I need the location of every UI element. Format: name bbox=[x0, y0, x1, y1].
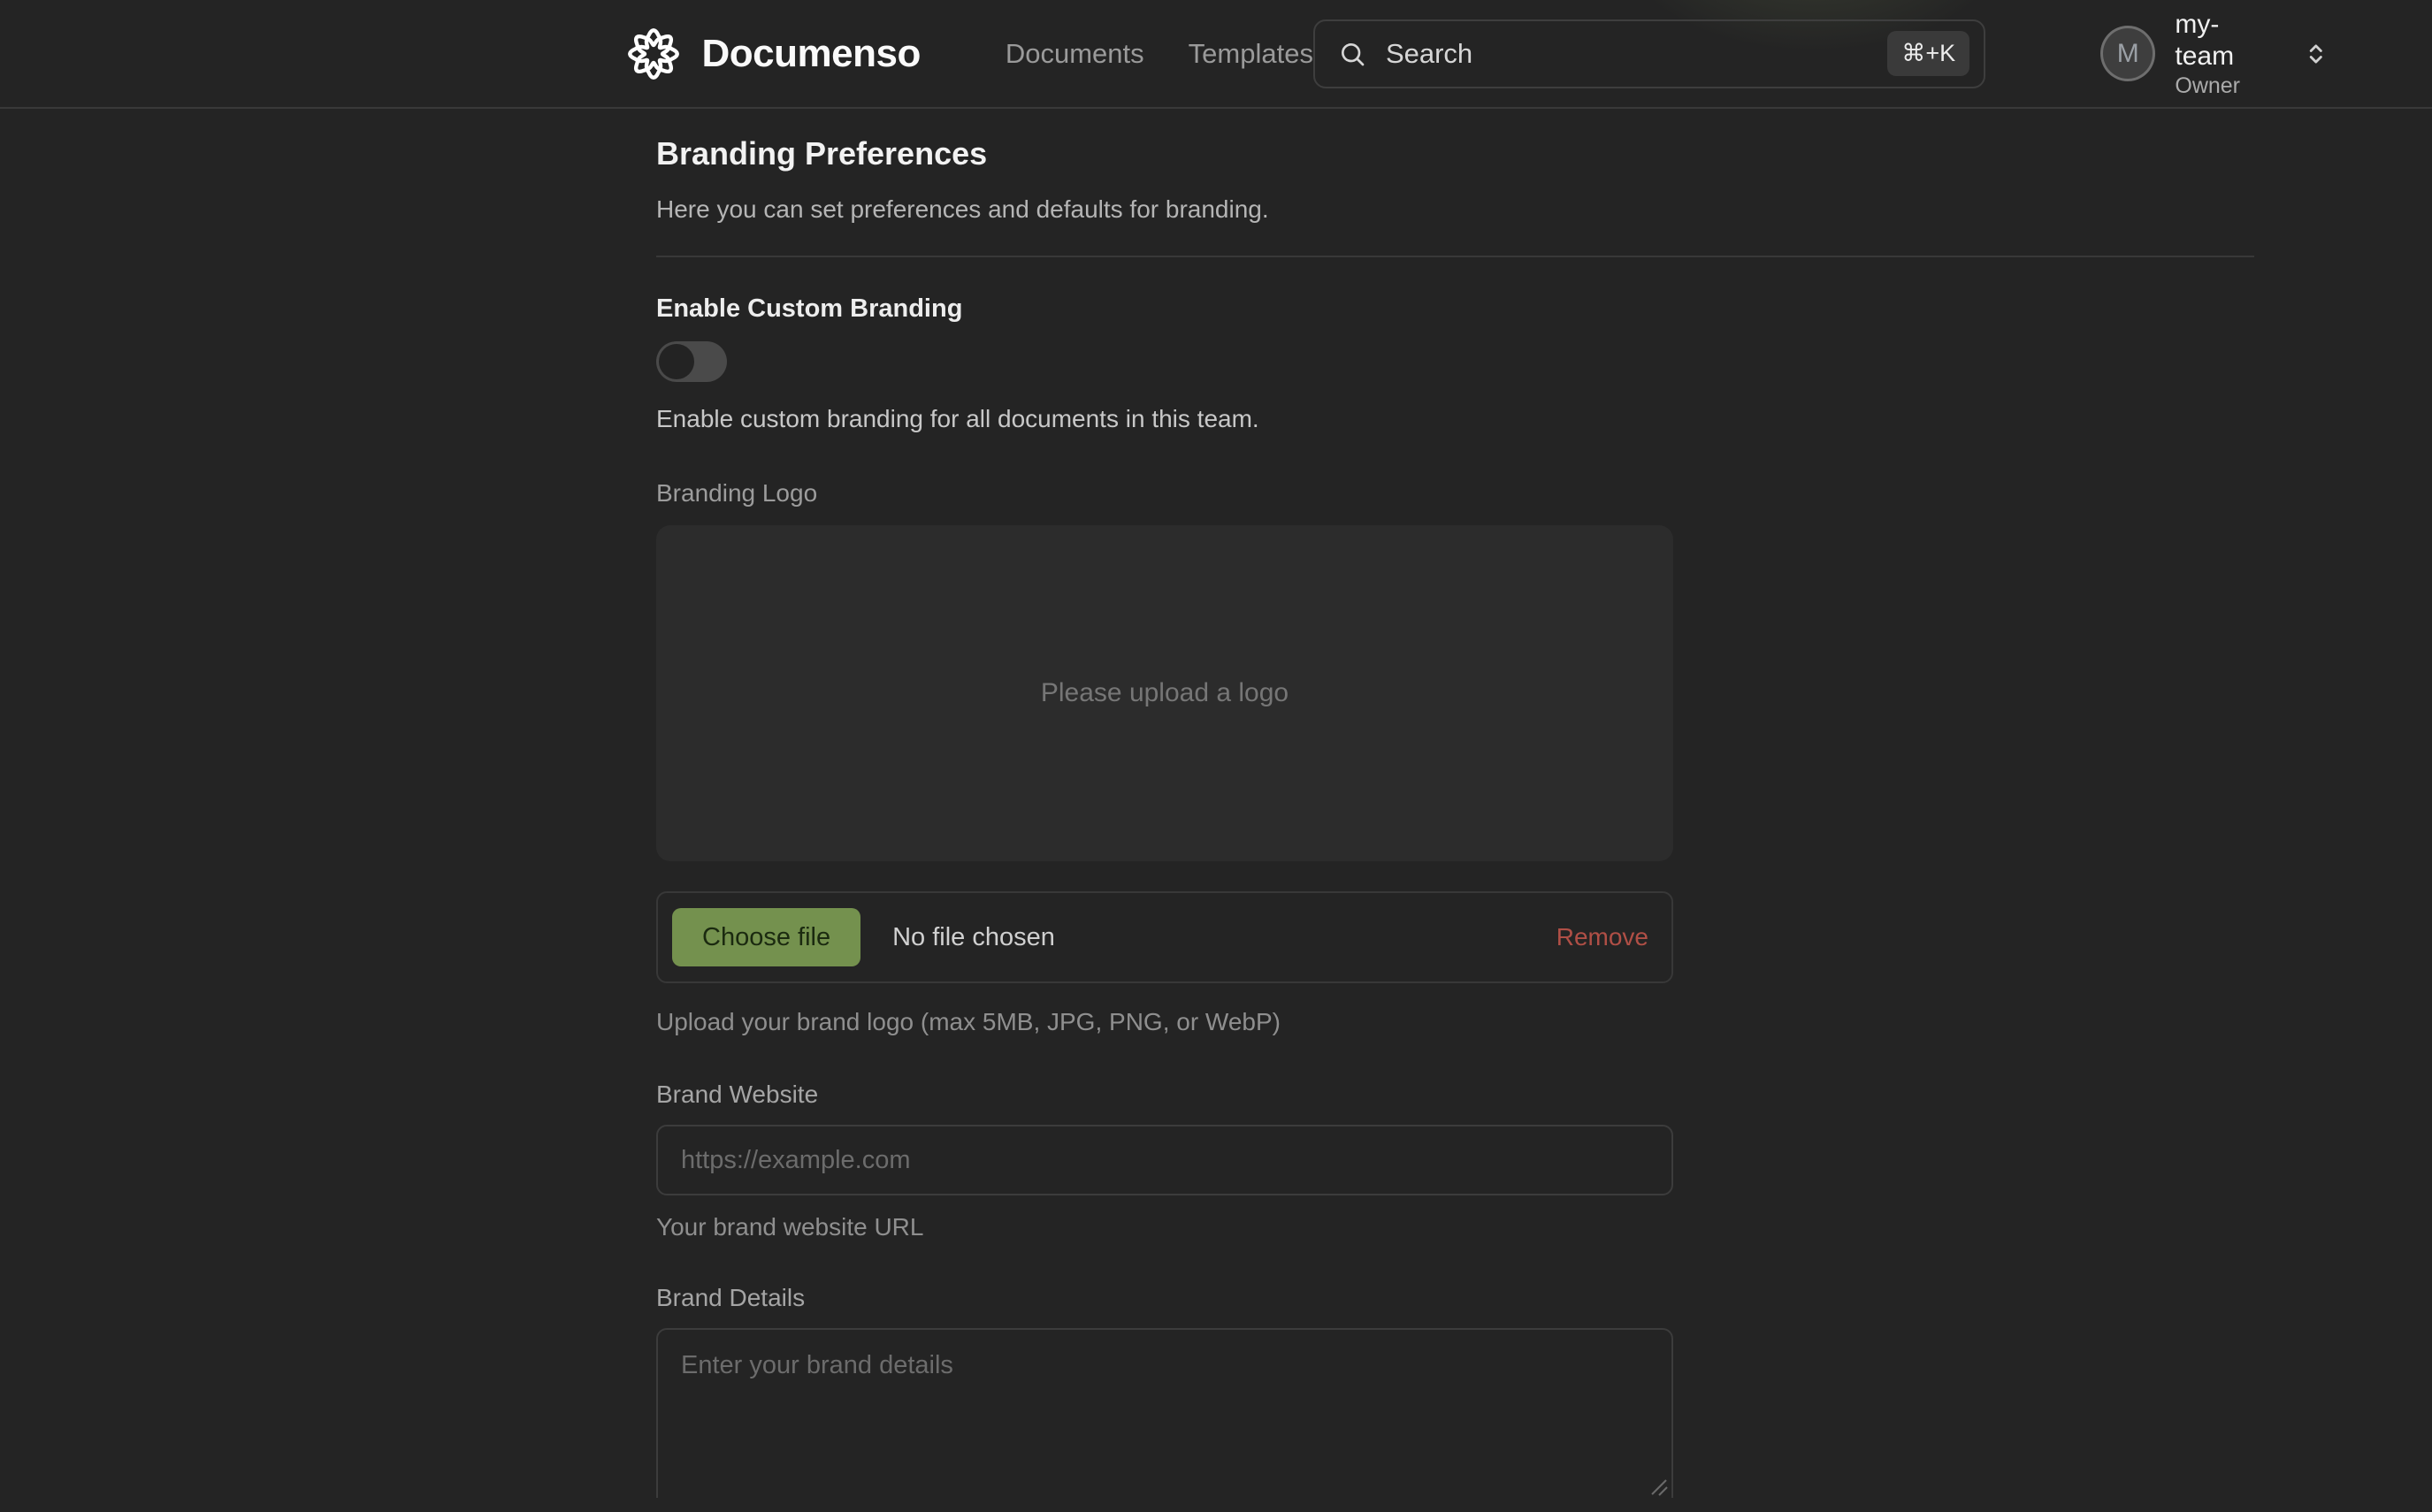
brand-website-input[interactable] bbox=[656, 1125, 1673, 1195]
search-icon bbox=[1338, 40, 1366, 68]
brand-website-help: Your brand website URL bbox=[656, 1213, 2432, 1241]
section-divider bbox=[656, 256, 2254, 257]
chevrons-up-down-icon bbox=[2301, 39, 2331, 69]
toggle-knob bbox=[659, 344, 694, 379]
primary-nav: Documents Templates bbox=[1006, 38, 1313, 70]
branding-logo-section: Branding Logo Please upload a logo Choos… bbox=[656, 479, 2432, 1036]
search-input[interactable]: Search ⌘+K bbox=[1313, 19, 1985, 88]
documenso-seal-icon bbox=[626, 27, 681, 81]
page-subtitle: Here you can set preferences and default… bbox=[656, 195, 2432, 224]
branding-logo-label: Branding Logo bbox=[656, 479, 2432, 508]
enable-branding-help: Enable custom branding for all documents… bbox=[656, 405, 2432, 433]
team-name: my-team bbox=[2175, 9, 2276, 73]
top-navbar: Documenso Documents Templates Search ⌘+K… bbox=[0, 0, 2432, 109]
brand-details-label: Brand Details bbox=[656, 1284, 2432, 1312]
enable-branding-label: Enable Custom Branding bbox=[656, 294, 2432, 324]
enable-branding-toggle[interactable] bbox=[656, 341, 727, 382]
brand-name: Documenso bbox=[702, 32, 921, 76]
nav-link-templates[interactable]: Templates bbox=[1189, 38, 1313, 70]
logo-file-input-row: Choose file No file chosen Remove bbox=[656, 891, 1673, 983]
brand-details-section: Brand Details bbox=[656, 1284, 2432, 1498]
remove-logo-link[interactable]: Remove bbox=[1556, 923, 1648, 951]
enable-branding-section: Enable Custom Branding Enable custom bra… bbox=[656, 294, 2432, 433]
brand-website-label: Brand Website bbox=[656, 1081, 2432, 1109]
brand-logo[interactable]: Documenso bbox=[626, 27, 921, 81]
resize-handle-icon[interactable] bbox=[1650, 1478, 1668, 1496]
choose-file-button[interactable]: Choose file bbox=[672, 908, 860, 966]
file-status-text: No file chosen bbox=[892, 923, 1055, 952]
search-shortcut-badge: ⌘+K bbox=[1887, 31, 1969, 76]
team-info: my-team Owner bbox=[2175, 9, 2276, 99]
dropzone-text: Please upload a logo bbox=[1041, 678, 1289, 708]
brand-details-textarea-wrap bbox=[656, 1328, 1673, 1498]
team-menu-button[interactable]: M my-team Owner bbox=[2100, 9, 2331, 99]
page-title: Branding Preferences bbox=[656, 135, 2432, 172]
logo-upload-help: Upload your brand logo (max 5MB, JPG, PN… bbox=[656, 1008, 2432, 1036]
logo-dropzone[interactable]: Please upload a logo bbox=[656, 525, 1673, 861]
nav-link-documents[interactable]: Documents bbox=[1006, 38, 1144, 70]
branding-preferences-page: Branding Preferences Here you can set pr… bbox=[0, 109, 2432, 1498]
brand-details-textarea[interactable] bbox=[656, 1328, 1673, 1498]
search-placeholder: Search bbox=[1386, 38, 1868, 70]
team-avatar: M bbox=[2100, 26, 2155, 81]
team-role: Owner bbox=[2175, 73, 2276, 99]
brand-website-section: Brand Website Your brand website URL bbox=[656, 1081, 2432, 1241]
app-screen: Documenso Documents Templates Search ⌘+K… bbox=[0, 0, 2432, 1512]
